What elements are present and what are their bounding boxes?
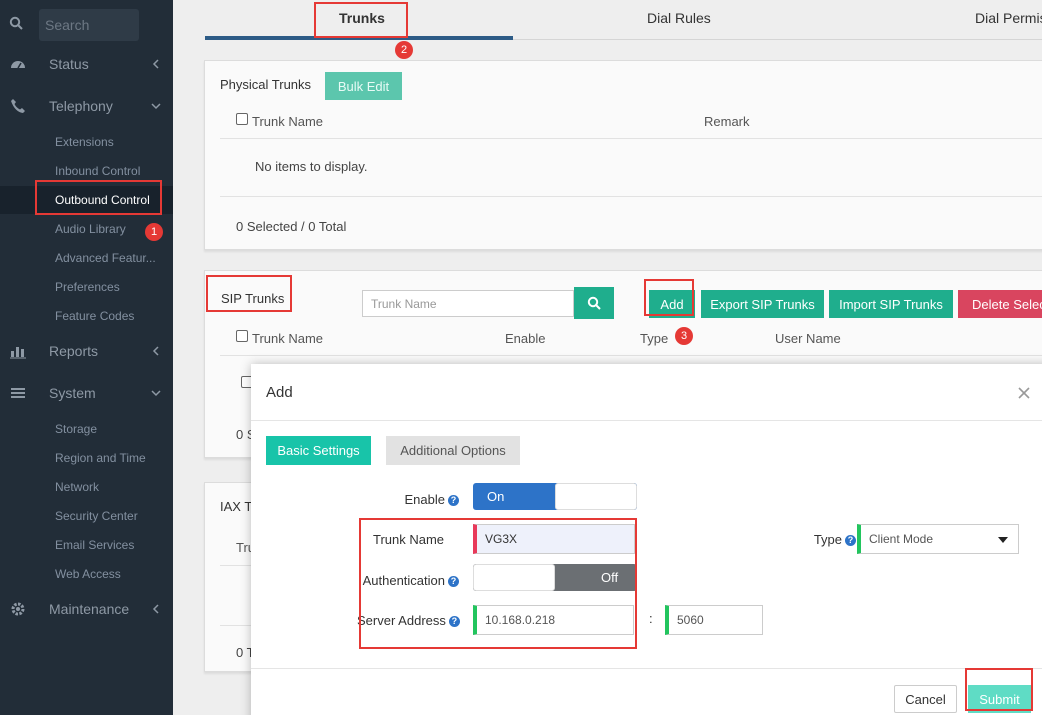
add-trunk-dialog: Add Basic Settings Additional Options En… [251, 364, 1042, 715]
port-input[interactable]: 5060 [665, 605, 763, 635]
type-select-value: Client Mode [869, 532, 934, 546]
delete-selected-button[interactable]: Delete Selecte [958, 290, 1042, 318]
empty-message: No items to display. [255, 159, 368, 174]
enable-toggle[interactable]: On [473, 483, 637, 510]
nav-maintenance-label: Maintenance [49, 601, 130, 617]
sidebar-item-web-access[interactable]: Web Access [55, 567, 121, 581]
help-icon[interactable]: ? [448, 616, 460, 628]
selection-count: 0 Selected / 0 Total [236, 219, 347, 234]
dialog-footer-divider [251, 668, 1042, 669]
toggle-state-label: On [487, 489, 505, 504]
server-address-label: Server Address? [357, 613, 460, 628]
help-icon[interactable]: ? [448, 495, 459, 507]
sidebar-search [0, 0, 173, 48]
toggle-knob [473, 564, 555, 591]
sidebar-item-email-services[interactable]: Email Services [55, 538, 134, 552]
search-icon [9, 16, 23, 30]
trunk-name-label: Trunk Name [373, 532, 445, 547]
trunk-name-search-input[interactable]: Trunk Name [362, 290, 574, 317]
import-sip-trunks-button[interactable]: Import SIP Trunks [829, 290, 953, 318]
table-divider [220, 355, 1042, 356]
type-select[interactable]: Client Mode [857, 524, 1019, 554]
list-icon [11, 388, 25, 398]
nav-system-label: System [49, 385, 96, 401]
active-tab-indicator [205, 36, 513, 40]
search-icon [587, 296, 601, 310]
submit-button[interactable]: Submit [968, 685, 1031, 713]
bar-chart-icon [10, 347, 26, 359]
chevron-left-icon [152, 59, 159, 69]
authentication-toggle[interactable]: Off [473, 564, 637, 591]
cancel-button[interactable]: Cancel [894, 685, 957, 713]
export-sip-trunks-button[interactable]: Export SIP Trunks [701, 290, 824, 318]
tab-dial-permission[interactable]: Dial Permis [975, 10, 1042, 26]
nav-maintenance[interactable]: Maintenance [0, 589, 173, 629]
chevron-left-icon [152, 346, 159, 356]
sidebar-item-region-and-time[interactable]: Region and Time [55, 451, 146, 465]
close-icon[interactable] [1017, 386, 1031, 400]
tab-basic-settings[interactable]: Basic Settings [266, 436, 371, 465]
help-icon[interactable]: ? [448, 576, 459, 588]
sidebar: Status Telephony Extensions Inbound Cont… [0, 0, 173, 715]
sidebar-item-security-center[interactable]: Security Center [55, 509, 138, 523]
port-separator: : [649, 611, 653, 626]
column-type[interactable]: Type [640, 331, 668, 346]
sip-trunks-title: SIP Trunks [221, 291, 285, 306]
sidebar-item-storage[interactable]: Storage [55, 422, 97, 436]
column-trunk-name[interactable]: Trunk Name [252, 331, 323, 346]
column-trunk-name[interactable]: Trunk Name [252, 114, 323, 129]
nav-telephony-label: Telephony [49, 98, 113, 114]
gear-icon [11, 602, 25, 616]
sidebar-search-input[interactable] [39, 9, 139, 41]
dashboard-icon [11, 61, 25, 69]
chevron-down-icon [998, 537, 1008, 543]
nav-system[interactable]: System [0, 373, 173, 413]
table-divider [220, 138, 1042, 139]
table-divider [220, 196, 1042, 197]
tab-dial-rules[interactable]: Dial Rules [647, 10, 711, 26]
dialog-header: Add [251, 364, 1042, 421]
sidebar-item-feature-codes[interactable]: Feature Codes [55, 309, 134, 323]
sidebar-item-inbound-control[interactable]: Inbound Control [55, 164, 140, 178]
toggle-knob [555, 483, 637, 510]
column-user-name[interactable]: User Name [775, 331, 841, 346]
nav-status-label: Status [49, 56, 89, 72]
server-address-input[interactable]: 10.168.0.218 [473, 605, 634, 635]
chevron-down-icon [151, 103, 161, 110]
nav-reports-label: Reports [49, 343, 99, 359]
bulk-edit-button[interactable]: Bulk Edit [325, 72, 402, 100]
column-enable[interactable]: Enable [505, 331, 545, 346]
authentication-label: Authentication? [359, 573, 459, 588]
tab-additional-options[interactable]: Additional Options [386, 436, 520, 465]
physical-trunks-panel: Physical Trunks Bulk Edit Trunk Name Rem… [204, 60, 1042, 250]
nav-telephony[interactable]: Telephony [0, 86, 173, 126]
dialog-title: Add [266, 384, 293, 401]
search-button[interactable] [574, 287, 614, 319]
add-button[interactable]: Add [649, 290, 695, 318]
chevron-down-icon [151, 390, 161, 397]
type-label: Type? [800, 532, 856, 547]
nav-status[interactable]: Status [0, 44, 173, 84]
enable-label: Enable? [391, 492, 459, 507]
nav-reports[interactable]: Reports [0, 331, 173, 371]
sidebar-item-extensions[interactable]: Extensions [55, 135, 114, 149]
phone-icon [11, 99, 25, 113]
sidebar-item-network[interactable]: Network [55, 480, 99, 494]
toggle-state-label: Off [601, 570, 619, 585]
chevron-left-icon [152, 604, 159, 614]
trunk-name-input[interactable]: VG3X [473, 524, 635, 554]
sidebar-item-preferences[interactable]: Preferences [55, 280, 120, 294]
help-icon[interactable]: ? [845, 535, 856, 547]
sidebar-item-outbound-control[interactable]: Outbound Control [55, 193, 150, 207]
sidebar-item-audio-library[interactable]: Audio Library [55, 222, 126, 236]
sidebar-item-advanced-features[interactable]: Advanced Featur... [55, 251, 156, 265]
physical-trunks-title: Physical Trunks [220, 77, 312, 92]
column-remark[interactable]: Remark [704, 114, 750, 129]
select-all-checkbox[interactable] [236, 113, 248, 125]
select-all-checkbox[interactable] [236, 330, 248, 342]
tab-trunks[interactable]: Trunks [339, 10, 385, 26]
tab-bar: Trunks Dial Rules Dial Permis [205, 0, 1042, 40]
